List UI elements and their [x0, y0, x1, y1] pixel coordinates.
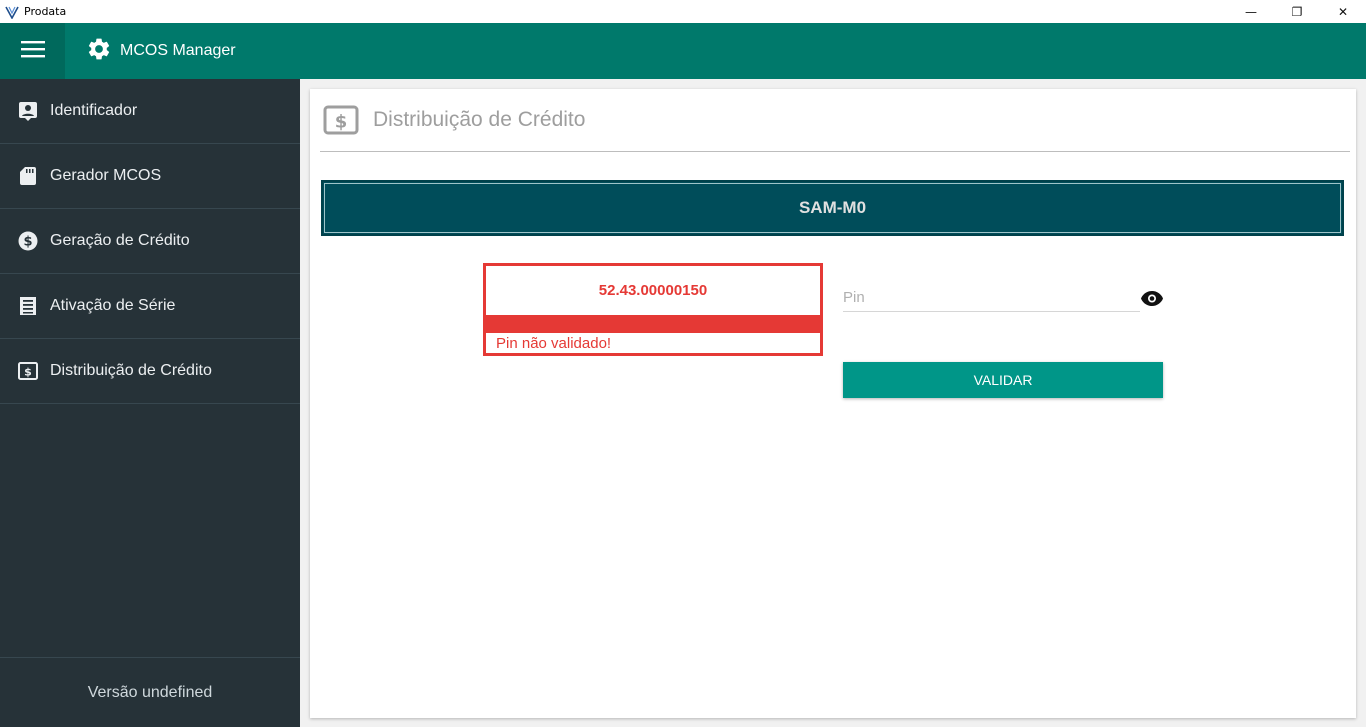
restore-button[interactable]: ❐	[1274, 0, 1320, 23]
version-label: Versão undefined	[0, 657, 300, 727]
app-name: MCOS Manager	[120, 42, 236, 59]
serial-value: 52.43.00000150	[598, 282, 708, 299]
eye-icon[interactable]	[1140, 289, 1164, 307]
sidebar: Identificador Gerador MCOS $ Geração de …	[0, 79, 300, 727]
serial-field[interactable]: 52.43.00000150 Pin não validado!	[483, 263, 823, 356]
sidebar-item-gerador-mcos[interactable]: Gerador MCOS	[0, 144, 300, 209]
svg-text:$: $	[23, 235, 32, 250]
page-header: $ Distribuição de Crédito	[320, 89, 1350, 152]
sidebar-item-label: Identificador	[50, 102, 138, 119]
close-button[interactable]: ✕	[1320, 0, 1366, 23]
badge-icon	[18, 101, 38, 121]
minimize-button[interactable]: —	[1228, 0, 1274, 23]
main-card: $ Distribuição de Crédito SAM-M0 52.43.0…	[310, 89, 1356, 718]
dollar-box-icon: $	[322, 103, 360, 137]
dollar-box-icon: $	[18, 361, 38, 381]
validation-error-message: Pin não validado!	[496, 334, 612, 352]
gear-icon	[86, 36, 112, 67]
list-icon	[18, 296, 38, 316]
hamburger-menu-icon	[20, 40, 45, 63]
sidebar-item-identificador[interactable]: Identificador	[0, 79, 300, 144]
sidebar-item-label: Distribuição de Crédito	[50, 362, 212, 379]
svg-text:$: $	[24, 366, 32, 379]
pin-input[interactable]	[843, 283, 1140, 311]
sidebar-item-label: Geração de Crédito	[50, 232, 190, 249]
window-title: Prodata	[24, 5, 67, 18]
sidebar-item-geracao-credito[interactable]: $ Geração de Crédito	[0, 209, 300, 274]
menu-toggle-button[interactable]	[0, 23, 65, 79]
validate-button[interactable]: VALIDAR	[843, 362, 1163, 398]
sidebar-item-label: Ativação de Série	[50, 297, 176, 314]
sidebar-item-ativacao-serie[interactable]: Ativação de Série	[0, 274, 300, 339]
pin-field	[843, 283, 1140, 312]
window-titlebar: Prodata — ❐ ✕	[0, 0, 1366, 23]
sam-header: SAM-M0	[321, 180, 1344, 236]
error-stripe	[486, 315, 820, 333]
prodata-logo-icon	[4, 4, 20, 20]
app-brand: MCOS Manager	[86, 23, 236, 79]
dollar-circle-icon: $	[18, 231, 38, 251]
page-title: Distribuição de Crédito	[373, 108, 586, 131]
app-header: MCOS Manager	[0, 23, 1366, 79]
sd-card-icon	[18, 166, 38, 186]
sidebar-item-label: Gerador MCOS	[50, 167, 162, 184]
sam-label: SAM-M0	[798, 198, 867, 217]
svg-text:$: $	[335, 112, 348, 133]
sidebar-item-distribuicao-credito[interactable]: $ Distribuição de Crédito	[0, 339, 300, 404]
